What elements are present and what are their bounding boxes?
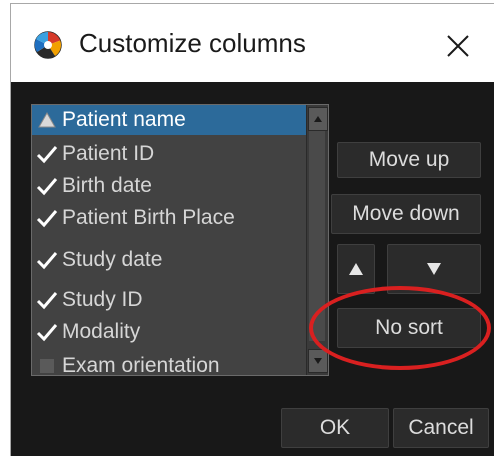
move-up-button[interactable]: Move up (337, 142, 481, 178)
checkmark-icon[interactable] (32, 285, 62, 315)
list-item[interactable]: Exam orientation (32, 351, 306, 376)
close-icon (447, 35, 469, 57)
sort-ascending-button[interactable] (337, 244, 375, 294)
ok-button[interactable]: OK (281, 408, 389, 448)
list-item[interactable]: Patient ID (32, 139, 306, 169)
checkbox-empty-icon[interactable] (32, 351, 62, 375)
list-item[interactable]: Birth date (32, 171, 306, 201)
list-item[interactable]: Modality (32, 317, 306, 347)
checkmark-icon[interactable] (32, 171, 62, 201)
checkmark-icon[interactable] (32, 139, 62, 169)
list-item-label: Birth date (62, 174, 152, 197)
scroll-down-button[interactable] (308, 349, 328, 373)
columns-list[interactable]: Patient name Patient ID Birth date Patient … (31, 104, 329, 376)
list-item[interactable]: Patient Birth Place (32, 203, 306, 233)
sort-up-icon[interactable] (32, 105, 62, 135)
scroll-up-icon (314, 116, 322, 122)
dialog-title: Customize columns (79, 28, 306, 58)
scroll-down-icon (314, 358, 322, 364)
list-item-label: Modality (62, 320, 141, 343)
list-item-label: Patient Birth Place (62, 206, 235, 229)
move-down-button[interactable]: Move down (331, 194, 481, 234)
title-bar: Customize columns (11, 4, 494, 82)
close-button[interactable] (436, 24, 480, 68)
no-sort-button[interactable]: No sort (337, 308, 481, 348)
list-item[interactable]: Patient name (32, 105, 306, 135)
checkmark-icon[interactable] (32, 203, 62, 233)
list-item-label: Patient name (62, 108, 186, 131)
list-scrollbar[interactable] (306, 105, 328, 375)
list-item-label: Exam orientation (62, 354, 220, 376)
list-item-label: Study date (62, 248, 163, 271)
aperture-logo-icon (34, 31, 62, 59)
dialog-body: Patient name Patient ID Birth date Patient … (11, 82, 494, 456)
triangle-up-icon (349, 263, 363, 275)
list-item-label: Study ID (62, 288, 143, 311)
customize-columns-dialog: Customize columns Patient name Patient ID… (10, 3, 494, 456)
triangle-down-icon (427, 263, 441, 275)
scroll-up-button[interactable] (308, 107, 328, 131)
checkmark-icon[interactable] (32, 317, 62, 347)
sort-descending-button[interactable] (387, 244, 481, 294)
scrollbar-track[interactable] (309, 131, 325, 341)
cancel-button[interactable]: Cancel (393, 408, 489, 448)
list-item[interactable]: Study date (32, 245, 306, 275)
list-item[interactable]: Study ID (32, 285, 306, 315)
checkmark-icon[interactable] (32, 245, 62, 275)
list-item-label: Patient ID (62, 142, 155, 165)
